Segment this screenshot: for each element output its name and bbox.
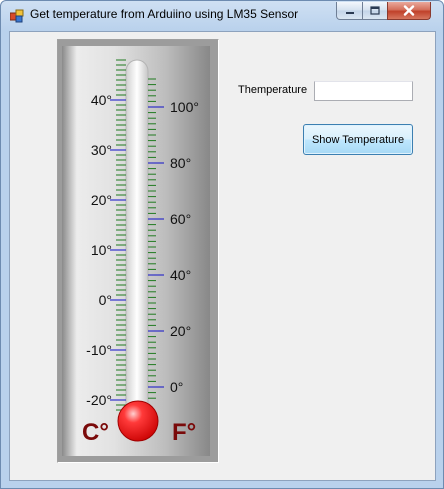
celsius-scale-label: 0°: [99, 292, 112, 308]
app-icon: [10, 9, 24, 23]
fahrenheit-scale-label: 20°: [170, 323, 191, 339]
celsius-scale-label: -10°: [86, 342, 112, 358]
celsius-unit-label: C°: [82, 419, 109, 446]
temperature-label: Themperature: [238, 84, 308, 96]
celsius-scale-label: 30°: [91, 142, 112, 158]
close-button[interactable]: [387, 2, 431, 20]
celsius-scale-label: 10°: [91, 242, 112, 258]
window-title: Get temperature from Arduiino using LM35…: [30, 7, 299, 21]
thermometer-gauge: 40° 30° 20° 10° 0° -10° -20° 100° 80° 60° 40° 20° 0°…: [58, 40, 218, 462]
title-bar[interactable]: Get temperature from Arduiino using LM35…: [1, 1, 443, 31]
maximize-icon: [370, 6, 380, 15]
celsius-scale-label: 20°: [91, 192, 112, 208]
fahrenheit-unit-label: F°: [172, 419, 196, 446]
fahrenheit-scale-label: 60°: [170, 211, 191, 227]
celsius-scale-label: -20°: [86, 392, 112, 408]
maximize-button[interactable]: [362, 2, 388, 20]
close-icon: [403, 5, 415, 16]
minimize-button[interactable]: [336, 2, 363, 20]
show-temperature-button[interactable]: Show Temperature: [303, 124, 413, 155]
minimize-icon: [345, 11, 354, 14]
temperature-field[interactable]: [314, 81, 413, 101]
fahrenheit-scale-label: 80°: [170, 155, 191, 171]
fahrenheit-scale-label: 100°: [170, 99, 199, 115]
celsius-scale-label: 40°: [91, 92, 112, 108]
thermometer-bulb: [117, 400, 159, 442]
fahrenheit-scale-label: 0°: [170, 379, 183, 395]
fahrenheit-scale-label: 40°: [170, 267, 191, 283]
thermometer-tube: [125, 59, 149, 423]
